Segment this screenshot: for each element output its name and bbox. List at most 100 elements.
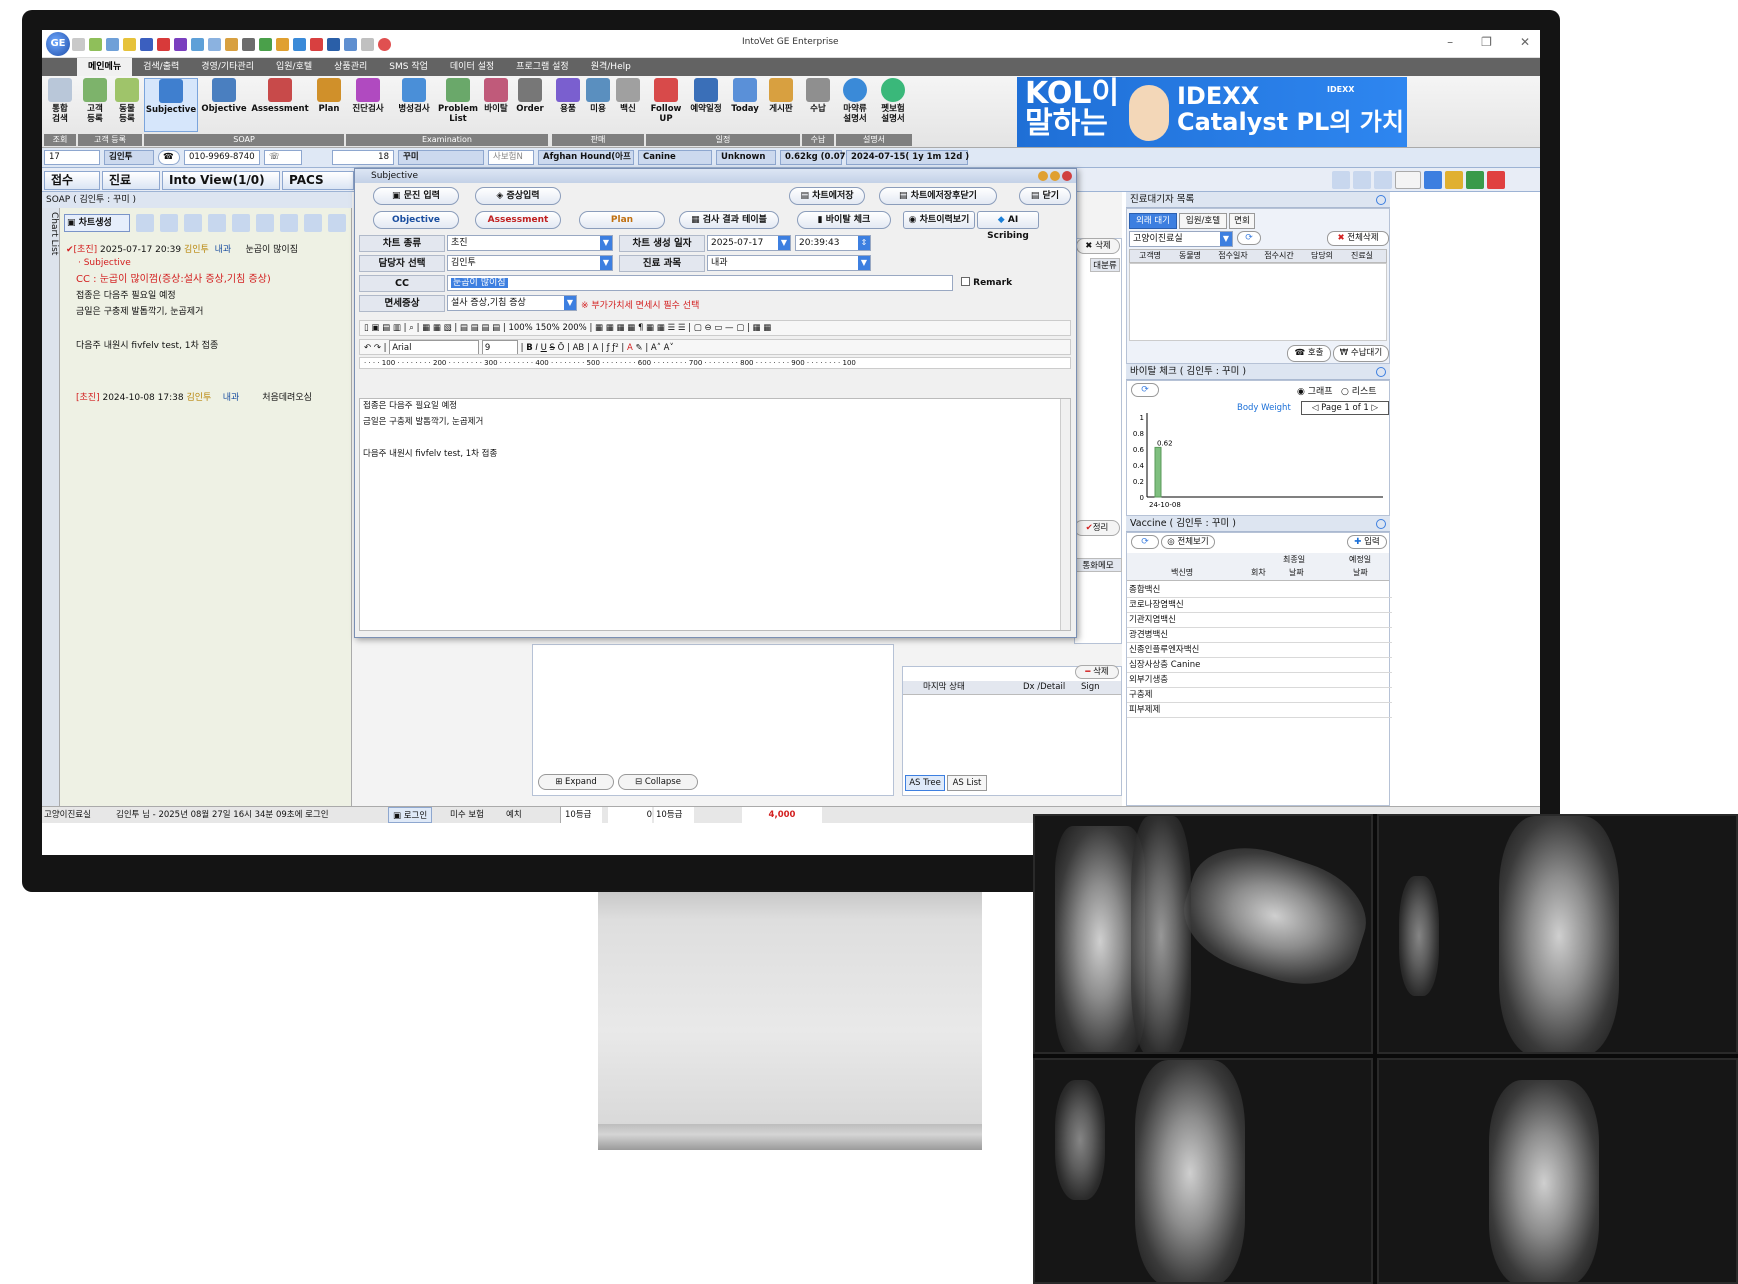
toolbar-icon[interactable] xyxy=(160,214,178,232)
vital-check-button[interactable]: ▮ 바이탈 체크 xyxy=(797,211,891,229)
cc-input[interactable]: 눈곱이 많이짐 xyxy=(447,275,953,291)
toolbar-icon[interactable] xyxy=(304,214,322,232)
tab-treatment[interactable]: 진료 xyxy=(102,171,160,190)
collapse-icon[interactable] xyxy=(1376,367,1386,377)
call-button[interactable]: ☎ 호출 xyxy=(1287,345,1331,362)
refresh-icon[interactable]: ⟳ xyxy=(1131,535,1159,549)
plan-button[interactable]: Plan xyxy=(314,78,344,132)
as-list-tab[interactable]: AS List xyxy=(947,775,987,791)
quick-icon[interactable] xyxy=(293,37,306,51)
menu-remote-help[interactable]: 원격/Help xyxy=(580,58,642,76)
pathology-test-button[interactable]: 병성검사 xyxy=(392,78,436,132)
toolbar-icon[interactable] xyxy=(136,214,154,232)
tool-icon[interactable] xyxy=(1424,171,1442,189)
xray-view[interactable] xyxy=(1033,814,1373,1054)
toolbar-icon[interactable] xyxy=(208,214,226,232)
animal-number-field[interactable]: 18 xyxy=(332,150,394,165)
subjective-editor[interactable]: 접종은 다음주 필요일 예정 금일은 구충제 발톱깍기, 눈곱제거 다음주 내원… xyxy=(359,398,1071,631)
quick-icon[interactable] xyxy=(327,37,340,51)
close-button[interactable]: ▤ 닫기 xyxy=(1019,187,1071,205)
toolbar-icon[interactable] xyxy=(184,214,202,232)
menu-sms[interactable]: SMS 작업 xyxy=(378,58,439,76)
quick-icon[interactable] xyxy=(123,37,136,51)
quick-icon[interactable] xyxy=(157,37,170,51)
delete-all-button[interactable]: ✖ 전체삭제 xyxy=(1327,231,1389,246)
quick-icon[interactable] xyxy=(89,37,102,51)
menu-management[interactable]: 경영/기타관리 xyxy=(190,58,265,76)
save-close-button[interactable]: ▤ 차트에저장후닫기 xyxy=(879,187,997,205)
quick-icon[interactable] xyxy=(276,37,289,51)
phone-field[interactable]: 010-9969-8740 xyxy=(184,150,260,165)
interview-input-button[interactable]: ▣ 문진 입력 xyxy=(373,187,459,205)
chart-type-select[interactable]: 초진 ▼ xyxy=(447,235,613,251)
quick-icon[interactable] xyxy=(208,37,221,51)
price-icon[interactable] xyxy=(1395,171,1421,189)
chart-time-field[interactable]: 20:39:43 ⇕ xyxy=(795,235,871,251)
menu-products[interactable]: 상품관리 xyxy=(323,58,378,76)
diagnostic-test-button[interactable]: 진단검사 xyxy=(346,78,390,132)
tool-icon[interactable] xyxy=(1374,171,1392,189)
problem-list-button[interactable]: Problem List xyxy=(438,78,478,132)
quick-icon[interactable] xyxy=(225,37,238,51)
refresh-icon[interactable]: ⟳ xyxy=(1131,383,1159,397)
vaccine-row[interactable]: 구충제 xyxy=(1127,688,1392,703)
grooming-button[interactable]: 미용 xyxy=(584,78,612,132)
owner-name[interactable]: 김인투 xyxy=(104,150,154,165)
save-to-chart-button[interactable]: ▤ 차트에저장 xyxy=(789,187,865,205)
supplies-button[interactable]: 용품 xyxy=(554,78,582,132)
vaccine-row[interactable]: 심장사상충 Canine xyxy=(1127,658,1392,673)
tab-intoview[interactable]: Into View(1/0) xyxy=(162,171,280,190)
vaccine-row[interactable]: 광견병백신 xyxy=(1127,628,1392,643)
unified-search-button[interactable]: 통합 검색 xyxy=(46,78,74,132)
vaccine-row[interactable]: 종합백신 xyxy=(1127,583,1392,598)
app-logo[interactable]: GE xyxy=(46,32,70,56)
animal-register-button[interactable]: 동물 등록 xyxy=(112,78,142,132)
editor-toolbar-2[interactable]: ↶ ↷ | Arial 9 | B I U S Ō | AB | A | ƒ ƒ… xyxy=(359,339,1071,355)
objective-button[interactable]: Objective xyxy=(200,78,248,132)
tool-icon[interactable] xyxy=(1445,171,1463,189)
quick-icon[interactable] xyxy=(259,37,272,51)
delete-button[interactable]: ✖ 삭제 xyxy=(1076,238,1120,254)
maximize-icon[interactable] xyxy=(1050,171,1060,181)
tab-hotel[interactable]: 입원/호텔 xyxy=(1179,213,1227,229)
menu-data-settings[interactable]: 데이터 설정 xyxy=(439,58,505,76)
login-button[interactable]: ▣ 로그인 xyxy=(388,807,433,823)
minimize-icon[interactable]: – xyxy=(1447,35,1453,49)
quick-icon[interactable] xyxy=(242,37,255,51)
department-select[interactable]: 내과 ▼ xyxy=(707,255,871,271)
tool-icon[interactable] xyxy=(1466,171,1484,189)
payment-wait-button[interactable]: ₩ 수납대기 xyxy=(1333,345,1389,362)
objective-tab-button[interactable]: Objective xyxy=(373,211,459,229)
toolbar-icon[interactable] xyxy=(232,214,250,232)
customer-register-button[interactable]: 고객 등록 xyxy=(80,78,110,132)
tool-icon[interactable] xyxy=(1353,171,1371,189)
tab-outpatient[interactable]: 외래 대기 xyxy=(1129,213,1177,229)
collapse-icon[interactable] xyxy=(1376,519,1386,529)
tool-icon[interactable] xyxy=(1332,171,1350,189)
chart-record[interactable]: ✔[초진] 2025-07-17 20:39 김인투 내과 눈곱이 많이짐 xyxy=(66,242,298,255)
exit-icon[interactable] xyxy=(1487,171,1505,189)
editor-toolbar-1[interactable]: ▯ ▣ ▤ ▥ | ⌕ | ▦ ▦ ▧ | ▤ ▤ ▤ ▤ | 100% 150… xyxy=(359,320,1071,336)
phone-icon[interactable]: ☎ xyxy=(158,150,180,165)
reservation-button[interactable]: 예약일정 xyxy=(686,78,726,132)
add-vaccine-button[interactable]: ✚ 입력 xyxy=(1347,535,1387,549)
vaccine-row[interactable]: 외부기생충 xyxy=(1127,673,1392,688)
narcotics-doc-button[interactable]: 마약류 설명서 xyxy=(838,78,872,132)
call-icon[interactable]: ☏ xyxy=(264,150,302,165)
toolbar-icon[interactable] xyxy=(328,214,346,232)
follow-up-button[interactable]: Follow UP xyxy=(648,78,684,132)
menu-main[interactable]: 메인메뉴 xyxy=(77,58,133,76)
menu-search-print[interactable]: 검색/출력 xyxy=(132,58,190,76)
create-chart-button[interactable]: ▣ 차트생성 xyxy=(64,214,130,232)
tab-pacs[interactable]: PACS xyxy=(282,171,354,190)
vaccine-row[interactable]: 기관지염백신 xyxy=(1127,613,1392,628)
assessment-tab-button[interactable]: Assessment xyxy=(475,211,561,229)
toolbar-icon[interactable] xyxy=(280,214,298,232)
refresh-icon[interactable]: ⟳ xyxy=(1237,231,1261,245)
xray-view[interactable] xyxy=(1377,814,1738,1054)
pet-insurance-doc-button[interactable]: 펫보험 설명서 xyxy=(876,78,910,132)
quick-icon[interactable] xyxy=(106,37,119,51)
expand-button[interactable]: ⊞ Expand xyxy=(538,774,614,790)
graph-radio[interactable]: ◉ 그래프 xyxy=(1297,384,1333,397)
menu-hospitalization[interactable]: 입원/호텔 xyxy=(265,58,323,76)
